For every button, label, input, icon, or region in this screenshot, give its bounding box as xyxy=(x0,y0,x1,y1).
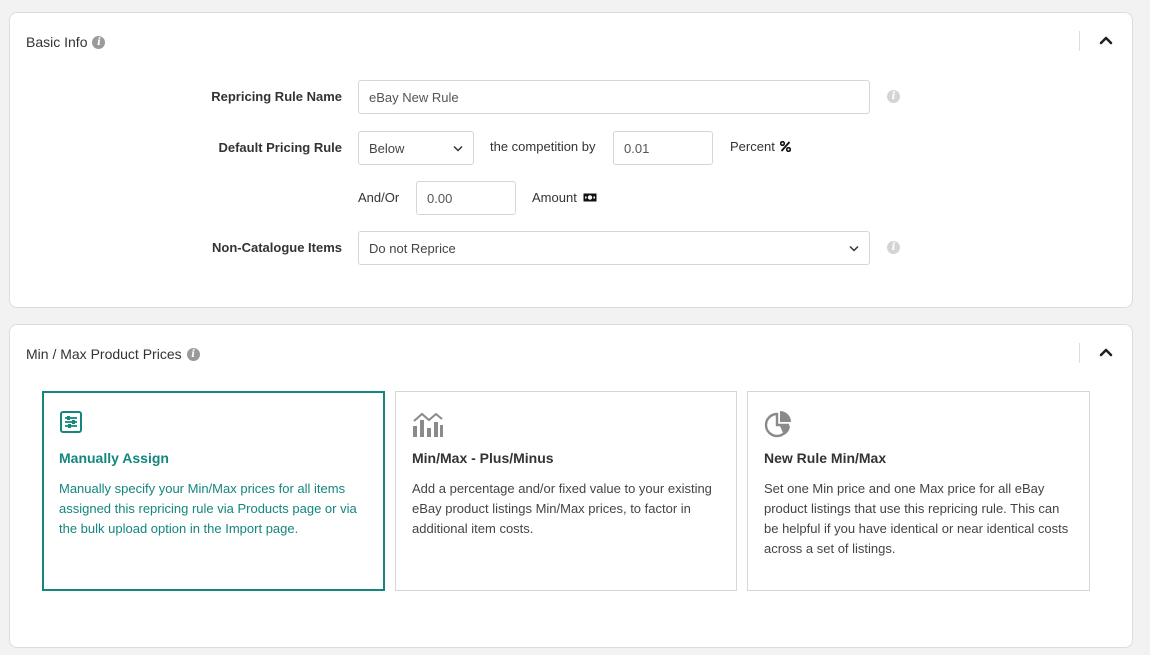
card-description: Add a percentage and/or fixed value to y… xyxy=(412,481,712,536)
money-bill-icon xyxy=(583,193,597,202)
amount-label: Amount xyxy=(532,190,577,205)
chevron-up-icon xyxy=(1099,36,1113,45)
minmax-header: Min / Max Product Prices i xyxy=(26,346,200,362)
header-divider xyxy=(1079,31,1080,51)
non-catalogue-select-value: Do not Reprice xyxy=(369,240,456,256)
collapse-basic-info-button[interactable] xyxy=(1095,29,1117,51)
card-title: Manually Assign xyxy=(59,450,169,466)
non-catalogue-info-icon[interactable]: i xyxy=(887,241,900,254)
direction-select[interactable]: Below xyxy=(358,131,474,165)
rule-name-info-icon[interactable]: i xyxy=(887,90,900,103)
new-rule-minmax-card[interactable]: New Rule Min/Max Set one Min price and o… xyxy=(747,391,1090,591)
collapse-minmax-button[interactable] xyxy=(1095,341,1117,363)
andor-text: And/Or xyxy=(358,190,400,205)
pie-chart-icon xyxy=(764,410,791,438)
card-title: Min/Max - Plus/Minus xyxy=(412,450,554,466)
non-catalogue-select[interactable]: Do not Reprice xyxy=(358,231,870,265)
sliders-icon xyxy=(59,410,85,436)
basic-info-header: Basic Info i xyxy=(26,34,106,50)
card-description: Set one Min price and one Max price for … xyxy=(764,481,1069,556)
competition-text: the competition by xyxy=(490,139,596,154)
basic-info-title: Basic Info xyxy=(26,34,88,50)
amount-unit: Amount xyxy=(532,190,597,205)
rule-name-input[interactable] xyxy=(358,80,870,114)
minmax-panel: Min / Max Product Prices i Manually Assi… xyxy=(9,324,1133,648)
percent-label: Percent xyxy=(730,139,775,154)
rule-name-label: Repricing Rule Name xyxy=(211,89,342,104)
basic-info-panel: Basic Info i Repricing Rule Name i Defau… xyxy=(9,12,1133,308)
amount-input[interactable] xyxy=(416,181,516,215)
chevron-down-icon xyxy=(453,145,463,152)
default-pricing-label: Default Pricing Rule xyxy=(218,140,342,155)
percent-input[interactable] xyxy=(613,131,713,165)
percent-icon xyxy=(779,141,791,152)
minmax-plus-minus-card[interactable]: Min/Max - Plus/Minus Add a percentage an… xyxy=(395,391,737,591)
card-description: Manually specify your Min/Max prices for… xyxy=(59,481,357,536)
non-catalogue-label: Non-Catalogue Items xyxy=(211,240,342,255)
info-icon[interactable]: i xyxy=(186,347,200,361)
percent-unit: Percent xyxy=(730,139,791,154)
card-title: New Rule Min/Max xyxy=(764,450,887,466)
chevron-up-icon xyxy=(1099,348,1113,357)
direction-select-value: Below xyxy=(369,140,405,156)
info-icon[interactable]: i xyxy=(92,35,106,49)
manually-assign-card[interactable]: Manually Assign Manually specify your Mi… xyxy=(42,391,385,591)
header-divider xyxy=(1079,343,1080,363)
minmax-title: Min / Max Product Prices xyxy=(26,346,182,362)
bar-chart-icon xyxy=(412,410,443,437)
chevron-down-icon xyxy=(849,245,859,252)
